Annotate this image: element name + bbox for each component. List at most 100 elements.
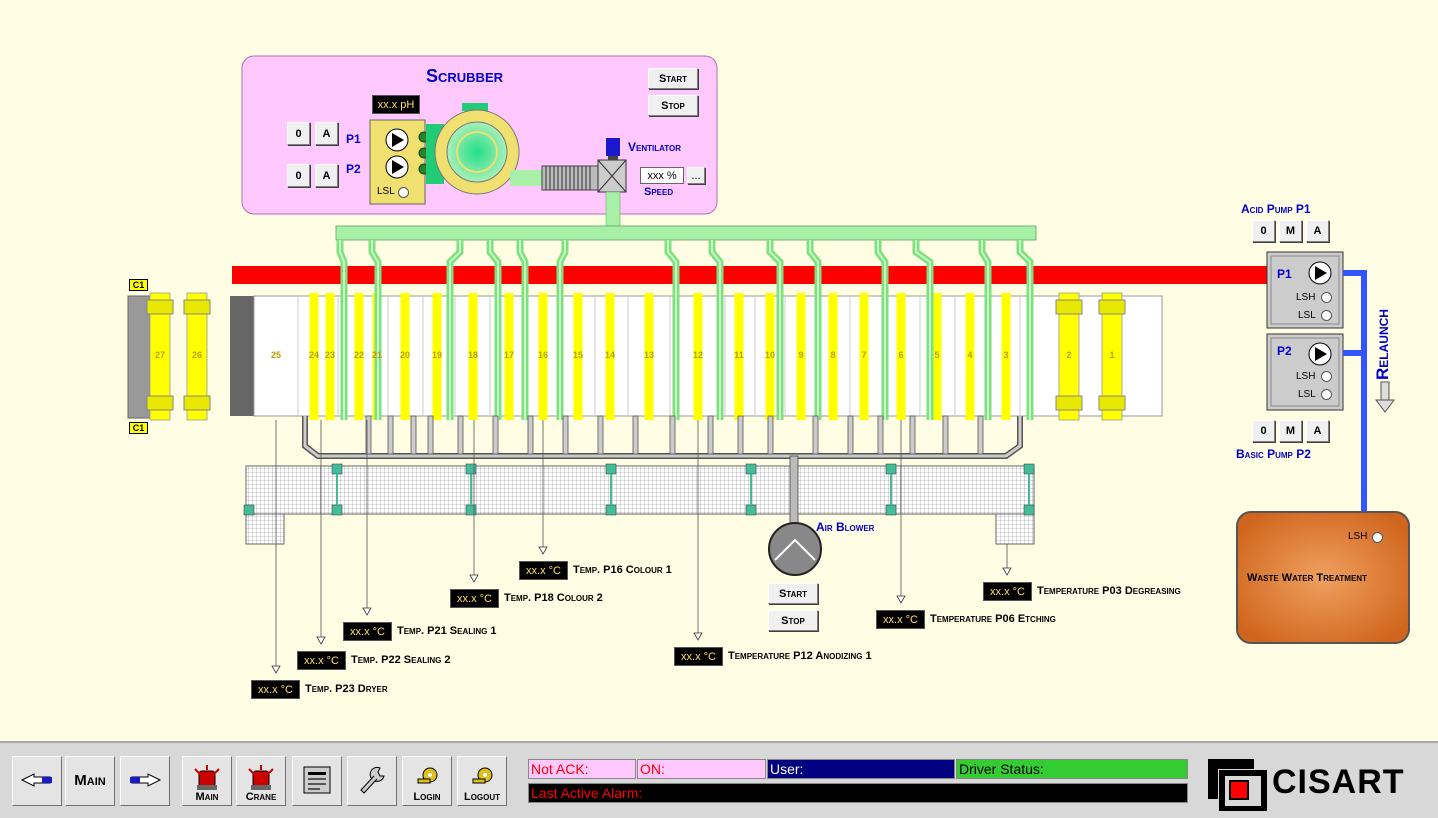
basic-pump-icon	[1308, 342, 1332, 366]
p2-auto-button[interactable]: A	[315, 164, 338, 187]
basic-pump-auto-button[interactable]: A	[1306, 420, 1329, 442]
arrow-down-icon	[362, 607, 372, 616]
mesh-walkway	[245, 465, 1035, 515]
on-field: ON:	[637, 759, 766, 779]
tank-number: 22	[353, 350, 364, 360]
tank-number: 17	[503, 350, 514, 360]
air-blower-stop-button[interactable]: Stop	[768, 610, 818, 631]
tank-number: 4	[967, 350, 973, 360]
acid-pump-icon	[1308, 261, 1332, 285]
temperature-display: xx.x °C	[297, 651, 346, 670]
crane-label-bottom: C1	[129, 422, 148, 434]
ventilator-speed-button[interactable]: ...	[687, 167, 705, 184]
duct	[510, 170, 542, 186]
ph-display: xx.x pH	[372, 95, 420, 114]
arrow-down-icon	[896, 595, 906, 604]
air-blower-start-button[interactable]: Start	[768, 583, 818, 604]
temperature-display: xx.x °C	[674, 647, 723, 666]
key-icon	[472, 767, 493, 784]
settings-button[interactable]	[347, 756, 397, 806]
tank-number: 6	[898, 350, 904, 360]
cisart-logo-icon	[1208, 759, 1267, 812]
scrubber-stop-button[interactable]: Stop	[648, 95, 698, 116]
cisart-logo-text: CISART	[1272, 763, 1405, 801]
key-icon	[417, 767, 438, 784]
exhaust-line	[232, 266, 1267, 284]
alarm-main-label: Main	[195, 791, 219, 803]
wrench-icon	[360, 766, 385, 794]
acid-pump-off-button[interactable]: 0	[1252, 220, 1275, 242]
basic-pump-title: Basic Pump P2	[1236, 447, 1311, 461]
nav-forward-button[interactable]	[120, 756, 170, 806]
crane-label: Crane	[245, 791, 277, 803]
p1-auto-button[interactable]: A	[315, 122, 338, 145]
process-diagram	[127, 55, 1410, 674]
p1-off-button[interactable]: 0	[287, 122, 310, 145]
arrow-down-icon	[316, 636, 326, 645]
basic-lsl-label: LSL	[1298, 389, 1316, 400]
acid-lsl-indicator	[1321, 310, 1332, 321]
temperature-display: xx.x °C	[983, 582, 1032, 601]
cisart-logo: CISART	[1204, 755, 1424, 812]
crane-button[interactable]: Crane	[236, 756, 286, 806]
tank-number: 2	[1066, 350, 1072, 360]
p1-label: P1	[346, 132, 361, 146]
login-button[interactable]: Login	[402, 756, 452, 806]
scrubber-lsl-label: LSL	[377, 186, 395, 197]
acid-pump-p-label: P1	[1277, 267, 1292, 281]
acid-pump-manual-button[interactable]: M	[1279, 220, 1302, 242]
arrow-down-icon	[271, 665, 281, 674]
tank-number: 10	[764, 350, 775, 360]
arrow-down-icon	[1002, 567, 1012, 576]
crane-siren-icon	[248, 765, 274, 790]
taskbar: Main Main Crane Login Logout Not ACK: ON…	[0, 741, 1438, 818]
last-active-alarm-field: Last Active Alarm:	[528, 783, 1188, 803]
tank-number: 15	[572, 350, 583, 360]
waste-lsh-label: LSH	[1348, 531, 1368, 542]
nav-back-button[interactable]	[12, 756, 62, 806]
arrow-down-icon	[538, 546, 548, 555]
crane-label-top: C1	[129, 279, 148, 291]
tank-number: 13	[643, 350, 654, 360]
air-blower-icon	[768, 522, 822, 576]
basic-pump-manual-button[interactable]: M	[1279, 420, 1302, 442]
arrow-down-icon	[693, 632, 703, 641]
p2-off-button[interactable]: 0	[287, 164, 310, 187]
temperature-label: Temperature P03 Degreasing	[1037, 585, 1181, 597]
acid-pump-auto-button[interactable]: A	[1306, 220, 1329, 242]
logout-button[interactable]: Logout	[457, 756, 507, 806]
temperature-display: xx.x °C	[519, 561, 568, 580]
alarm-main-button[interactable]: Main	[182, 756, 232, 806]
temperature-display: xx.x °C	[251, 680, 300, 699]
basic-lsh-indicator	[1321, 371, 1332, 382]
main-button[interactable]: Main	[65, 756, 115, 806]
alarm-siren-icon	[194, 765, 220, 790]
temperature-label: Temperature P06 Etching	[930, 613, 1056, 625]
acid-lsh-label: LSH	[1296, 292, 1316, 303]
acid-pump-title: Acid Pump P1	[1241, 202, 1311, 216]
hand-left-icon	[20, 773, 52, 787]
relaunch-arrow-icon	[1375, 381, 1395, 413]
ventilator-speed-display: xxx %	[640, 167, 684, 184]
reports-button[interactable]	[292, 756, 342, 806]
relaunch-label: Relaunch	[1373, 309, 1392, 380]
report-icon	[303, 766, 331, 794]
tank-line	[253, 295, 1163, 417]
scrubber-title: Scrubber	[426, 66, 504, 86]
arrow-down-icon	[469, 574, 479, 583]
tank-number: 25	[270, 350, 281, 360]
tank-number: 7	[861, 350, 867, 360]
temperature-label: Temperature P12 Anodizing 1	[728, 650, 872, 662]
temperature-label: Temp. P23 Dryer	[305, 683, 388, 695]
temperature-display: xx.x °C	[343, 622, 392, 641]
tank-number: 16	[537, 350, 548, 360]
temperature-label: Temp. P16 Colour 1	[573, 564, 672, 576]
pump-p2-icon	[385, 155, 409, 179]
basic-lsl-indicator	[1321, 389, 1332, 400]
basic-pump-off-button[interactable]: 0	[1252, 420, 1275, 442]
temperature-label: Temp. P21 Sealing 1	[397, 625, 497, 637]
login-label: Login	[413, 791, 441, 803]
tank-number: 19	[431, 350, 442, 360]
exhaust-manifold	[335, 225, 1037, 241]
scrubber-start-button[interactable]: Start	[648, 68, 698, 89]
